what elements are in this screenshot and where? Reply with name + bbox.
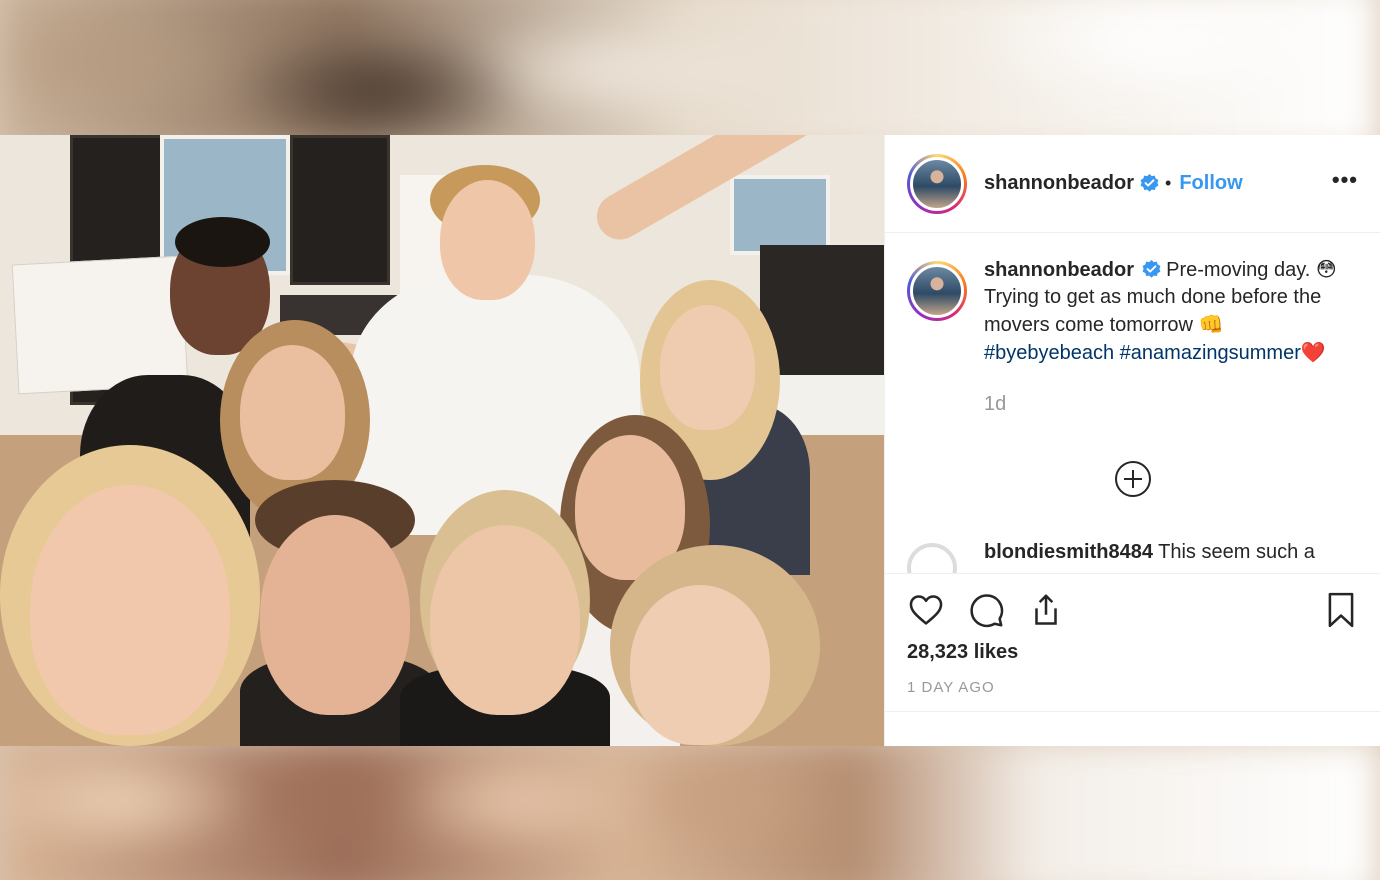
avatar-image xyxy=(910,156,964,211)
instagram-post: shannonbeador • Follow ••• shannonbeador xyxy=(0,135,1380,746)
avatar-image xyxy=(910,264,964,318)
caption-line-2: Trying to get as much done before the mo… xyxy=(984,286,1322,336)
face xyxy=(260,515,410,715)
face xyxy=(440,180,535,300)
hair xyxy=(175,217,270,267)
profile-avatar[interactable] xyxy=(907,153,967,214)
caption-line-1: Pre-moving day. xyxy=(1166,259,1311,281)
post-actions: 28,323 likes 1 DAY AGO xyxy=(885,573,1380,696)
range-hood xyxy=(760,245,884,375)
share-icon[interactable] xyxy=(1027,591,1065,629)
hashtag-link[interactable]: #byebyebeach xyxy=(984,342,1114,364)
cabinet xyxy=(290,135,390,285)
window xyxy=(730,175,830,255)
face xyxy=(660,305,755,430)
separator-dot: • xyxy=(1165,173,1172,193)
caption: shannonbeador Pre-moving day. 😳 Trying t… xyxy=(885,233,1380,367)
flushed-face-emoji: 😳 xyxy=(1315,257,1337,281)
comment-username[interactable]: blondiesmith8484 xyxy=(984,541,1153,563)
bookmark-icon[interactable] xyxy=(1324,591,1358,629)
white-board xyxy=(11,255,189,395)
comments-scroll-area[interactable]: shannonbeador Pre-moving day. 😳 Trying t… xyxy=(885,233,1380,573)
post-date[interactable]: 1 DAY AGO xyxy=(907,679,1358,696)
post-header: shannonbeador • Follow ••• xyxy=(885,135,1380,233)
post-photo[interactable] xyxy=(0,135,884,746)
divider xyxy=(885,711,1380,712)
blurred-backdrop-top xyxy=(0,0,1380,155)
like-count[interactable]: 28,323 likes xyxy=(907,641,1358,664)
comment-body: This seem such a xyxy=(1158,541,1315,563)
heart-icon[interactable] xyxy=(907,591,945,629)
comment-text: blondiesmith8484 This seem such a xyxy=(984,541,1315,573)
caption-username[interactable]: shannonbeador xyxy=(984,259,1134,281)
hashtag-link[interactable]: #anamazingsummer xyxy=(1120,342,1301,364)
header-username[interactable]: shannonbeador xyxy=(984,172,1134,195)
action-icons xyxy=(907,590,1358,630)
comment: blondiesmith8484 This seem such a xyxy=(907,541,1315,573)
face xyxy=(30,485,230,735)
comment-icon[interactable] xyxy=(967,591,1005,629)
blurred-backdrop-bottom xyxy=(0,740,1380,880)
face xyxy=(240,345,345,480)
more-options-icon[interactable]: ••• xyxy=(1332,167,1358,201)
fist-emoji: 👊 xyxy=(1198,312,1224,336)
face xyxy=(630,585,770,745)
caption-age[interactable]: 1d xyxy=(984,393,1380,416)
caption-text: shannonbeador Pre-moving day. 😳 Trying t… xyxy=(984,256,1344,367)
red-heart-emoji: ❤️ xyxy=(1300,340,1326,364)
verified-badge-icon xyxy=(1142,260,1161,278)
plus-circle-icon[interactable] xyxy=(1115,461,1151,497)
follow-button[interactable]: Follow xyxy=(1179,172,1242,195)
caption-avatar[interactable] xyxy=(907,261,967,321)
post-side-panel: shannonbeador • Follow ••• shannonbeador xyxy=(884,135,1380,746)
verified-badge-icon xyxy=(1140,174,1159,192)
comment-avatar[interactable] xyxy=(907,543,957,573)
face xyxy=(430,525,580,715)
